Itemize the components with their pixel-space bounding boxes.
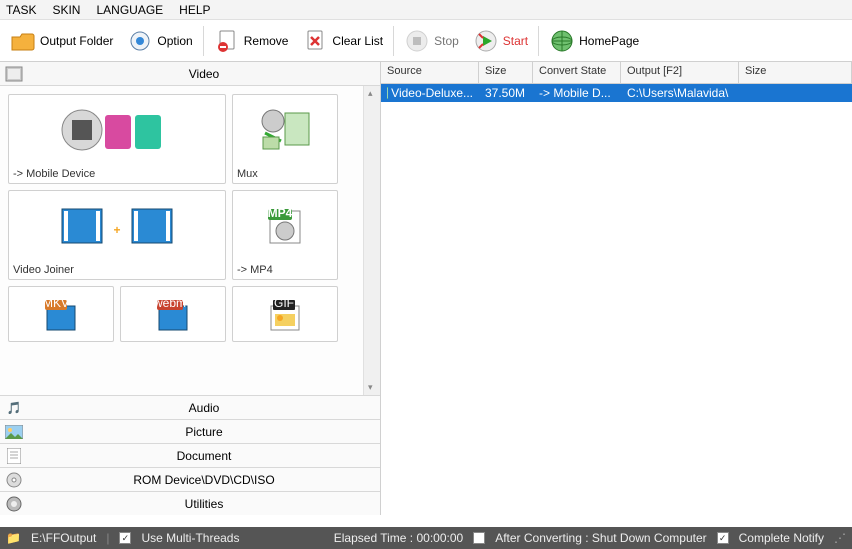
separator [393,26,394,56]
video-joiner-icon: + [9,191,225,261]
mux-label: Mux [233,165,337,183]
row-output: C:\Users\Malavida\ [621,86,852,100]
disc-icon [0,472,28,488]
after-converting-checkbox[interactable] [473,532,485,544]
audio-icon: 🎵 [0,401,28,415]
conv-video-joiner[interactable]: + Video Joiner [8,190,226,280]
gear-icon [127,28,153,54]
resize-grip-icon[interactable]: ⋰ [834,531,846,545]
complete-notify-checkbox[interactable]: ✓ [717,532,729,544]
option-label: Option [157,34,192,48]
status-bar: 📁 E:\FFOutput | ✓ Use Multi-Threads Elap… [0,527,852,549]
remove-button[interactable]: Remove [208,25,295,57]
conv-mkv[interactable]: MKV [8,286,114,342]
col-output[interactable]: Output [F2] [621,62,739,83]
video-header-label: Video [28,67,380,81]
separator [203,26,204,56]
joiner-label: Video Joiner [9,261,225,279]
document-label: Document [28,449,380,463]
output-folder-label: Output Folder [40,34,113,48]
stop-button[interactable]: Stop [398,25,465,57]
play-icon [473,28,499,54]
start-button[interactable]: Start [467,25,534,57]
category-header-video[interactable]: Video [0,62,380,86]
mobile-device-icon [9,95,225,165]
category-rom[interactable]: ROM Device\DVD\CD\ISO [0,467,380,491]
utilities-icon [0,496,28,512]
svg-text:MKV: MKV [43,296,69,310]
rom-label: ROM Device\DVD\CD\ISO [28,473,380,487]
stop-label: Stop [434,34,459,48]
homepage-button[interactable]: HomePage [543,25,645,57]
folder-icon: 📁 [6,531,21,545]
mp4-icon: MP4 [233,191,337,261]
conv-mobile-device[interactable]: -> Mobile Device [8,94,226,184]
conv-mux[interactable]: Mux [232,94,338,184]
document-minus-icon [214,28,240,54]
svg-text:MP4: MP4 [268,206,293,220]
col-size[interactable]: Size [479,62,533,83]
menu-task[interactable]: TASK [6,3,36,17]
globe-icon [549,28,575,54]
output-folder-button[interactable]: Output Folder [4,25,119,57]
stop-icon [404,28,430,54]
left-panel: Video -> Mobile Device Mux + Video Joine… [0,62,381,515]
toolbar: Output Folder Option Remove Clear List S… [0,20,852,62]
category-picture[interactable]: Picture [0,419,380,443]
task-row-selected[interactable]: Video-Deluxe... 37.50M -> Mobile D... C:… [381,84,852,102]
mp4-label: -> MP4 [233,261,337,279]
gif-icon: GIF [233,287,337,341]
category-utilities[interactable]: Utilities [0,491,380,515]
document-x-icon [302,28,328,54]
menu-bar: TASK SKIN LANGUAGE HELP [0,0,852,20]
elapsed-time: Elapsed Time : 00:00:00 [334,531,463,545]
category-document[interactable]: Document [0,443,380,467]
col-size2[interactable]: Size [739,62,852,83]
mkv-icon: MKV [9,287,113,341]
column-headers: Source Size Convert State Output [F2] Si… [381,62,852,84]
conv-webm[interactable]: webm [120,286,226,342]
conv-mp4[interactable]: MP4 -> MP4 [232,190,338,280]
multithreads-label: Use Multi-Threads [141,531,239,545]
complete-notify-label: Complete Notify [739,531,824,545]
row-size: 37.50M [479,86,533,100]
svg-text:+: + [113,223,120,237]
after-converting-label: After Converting : Shut Down Computer [495,531,706,545]
col-source[interactable]: Source [381,62,479,83]
separator [538,26,539,56]
folder-icon [10,28,36,54]
picture-label: Picture [28,425,380,439]
homepage-label: HomePage [579,34,639,48]
col-state[interactable]: Convert State [533,62,621,83]
row-source: Video-Deluxe... [391,86,473,100]
task-list-panel: Source Size Convert State Output [F2] Si… [381,62,852,515]
webm-icon: webm [121,287,225,341]
svg-text:GIF: GIF [274,296,294,310]
menu-help[interactable]: HELP [179,3,210,17]
option-button[interactable]: Option [121,25,198,57]
picture-icon [0,425,28,439]
row-state: -> Mobile D... [533,86,621,100]
util-label: Utilities [28,497,380,511]
video-icon [0,66,28,82]
scrollbar[interactable] [363,86,380,395]
mux-icon [233,95,337,165]
start-label: Start [503,34,528,48]
clear-list-label: Clear List [332,34,383,48]
audio-label: Audio [28,401,380,415]
category-audio[interactable]: 🎵Audio [0,395,380,419]
remove-label: Remove [244,34,289,48]
conv-gif[interactable]: GIF [232,286,338,342]
menu-skin[interactable]: SKIN [52,3,80,17]
svg-text:webm: webm [153,296,186,310]
menu-language[interactable]: LANGUAGE [96,3,163,17]
multithreads-checkbox[interactable]: ✓ [119,532,131,544]
file-icon [387,87,388,99]
document-icon [0,448,28,464]
output-path[interactable]: E:\FFOutput [31,531,96,545]
clear-list-button[interactable]: Clear List [296,25,389,57]
mobile-label: -> Mobile Device [9,165,225,183]
